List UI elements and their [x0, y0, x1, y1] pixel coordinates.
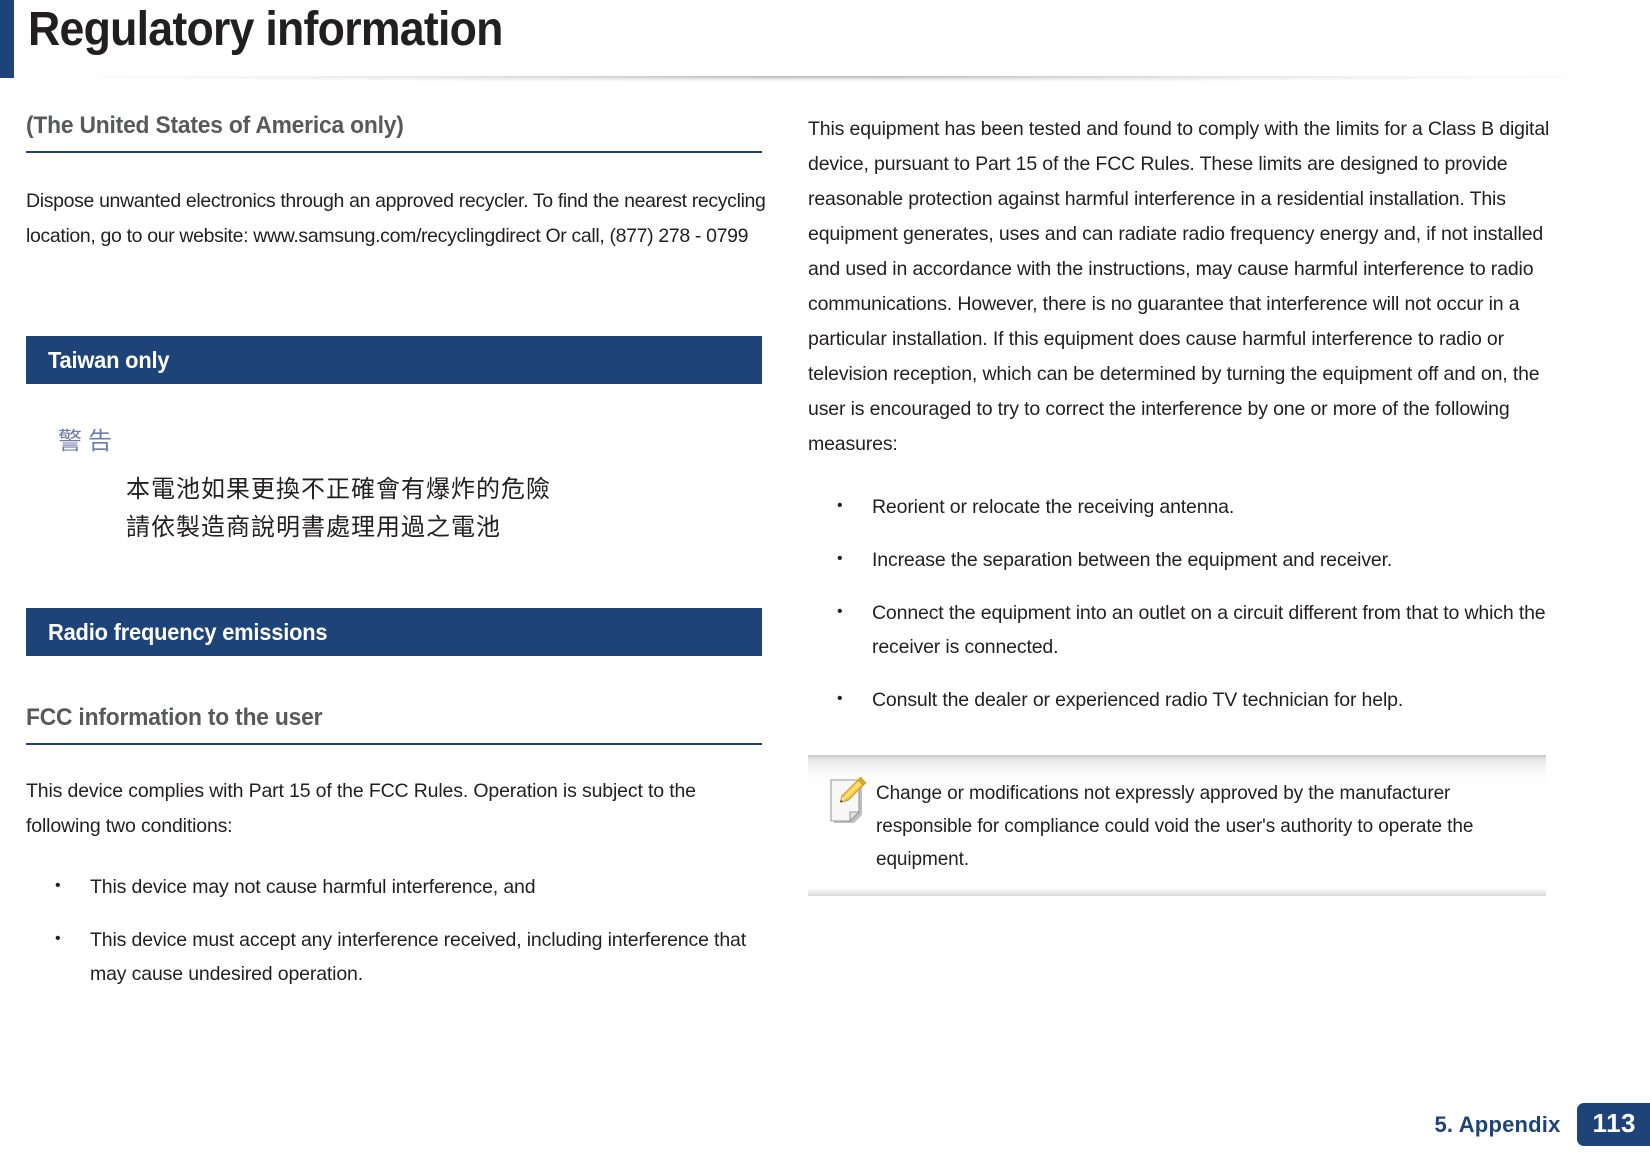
taiwan-warning-line-1: 本電池如果更換不正確會有爆炸的危險 — [126, 475, 551, 503]
list-item: Consult the dealer or experienced radio … — [808, 682, 1550, 717]
right-column: This equipment has been tested and found… — [808, 112, 1550, 896]
title-accent-bar — [0, 0, 14, 78]
section-radio-frequency: Radio frequency emissions FCC informatio… — [26, 608, 768, 991]
taiwan-warning-line-2: 請依製造商說明書處理用過之電池 — [126, 513, 501, 541]
list-item: This device must accept any interference… — [26, 922, 768, 991]
page-title: Regulatory information — [28, 3, 503, 56]
taiwan-banner-label: Taiwan only — [48, 346, 170, 373]
fcc-conditions-list: This device may not cause harmful interf… — [26, 869, 768, 991]
footer-chapter-label: 5. Appendix — [1434, 1111, 1561, 1137]
fcc-class-b-paragraph: This equipment has been tested and found… — [808, 118, 1550, 455]
page-footer: 5. Appendix 113 — [1434, 1103, 1650, 1146]
fcc-subheading: FCC information to the user — [26, 704, 323, 731]
footer-page-number: 113 — [1576, 1103, 1650, 1146]
note-pencil-icon — [824, 775, 868, 824]
section-usa: (The United States of America only) Disp… — [26, 112, 768, 254]
note-box: Change or modifications not expressly ap… — [808, 755, 1546, 896]
note-text: Change or modifications not expressly ap… — [876, 783, 1474, 870]
taiwan-warning: 警告 本電池如果更換不正確會有爆炸的危險 請依製造商說明書處理用過之電池 — [26, 426, 768, 546]
page-header: Regulatory information — [0, 0, 1650, 86]
list-item: Connect the equipment into an outlet on … — [808, 595, 1550, 664]
rf-banner: Radio frequency emissions — [26, 608, 762, 656]
fcc-subheading-rule — [26, 743, 762, 745]
taiwan-banner: Taiwan only — [26, 336, 762, 384]
section-taiwan: Taiwan only 警告 本電池如果更換不正確會有爆炸的危險 請依製造商說明… — [26, 336, 768, 546]
usa-heading-rule — [26, 151, 762, 153]
list-item: Increase the separation between the equi… — [808, 542, 1550, 577]
list-item: This device may not cause harmful interf… — [26, 869, 768, 904]
fcc-paragraph: This device complies with Part 15 of the… — [26, 780, 696, 837]
rf-banner-label: Radio frequency emissions — [48, 618, 328, 645]
usa-paragraph: Dispose unwanted electronics through an … — [26, 190, 766, 247]
title-underline — [30, 76, 1630, 86]
fcc-measures-list: Reorient or relocate the receiving anten… — [808, 489, 1550, 717]
list-item: Reorient or relocate the receiving anten… — [808, 489, 1550, 524]
usa-heading: (The United States of America only) — [26, 112, 404, 139]
taiwan-warning-title: 警告 — [58, 427, 118, 455]
left-column: (The United States of America only) Disp… — [26, 112, 768, 1010]
